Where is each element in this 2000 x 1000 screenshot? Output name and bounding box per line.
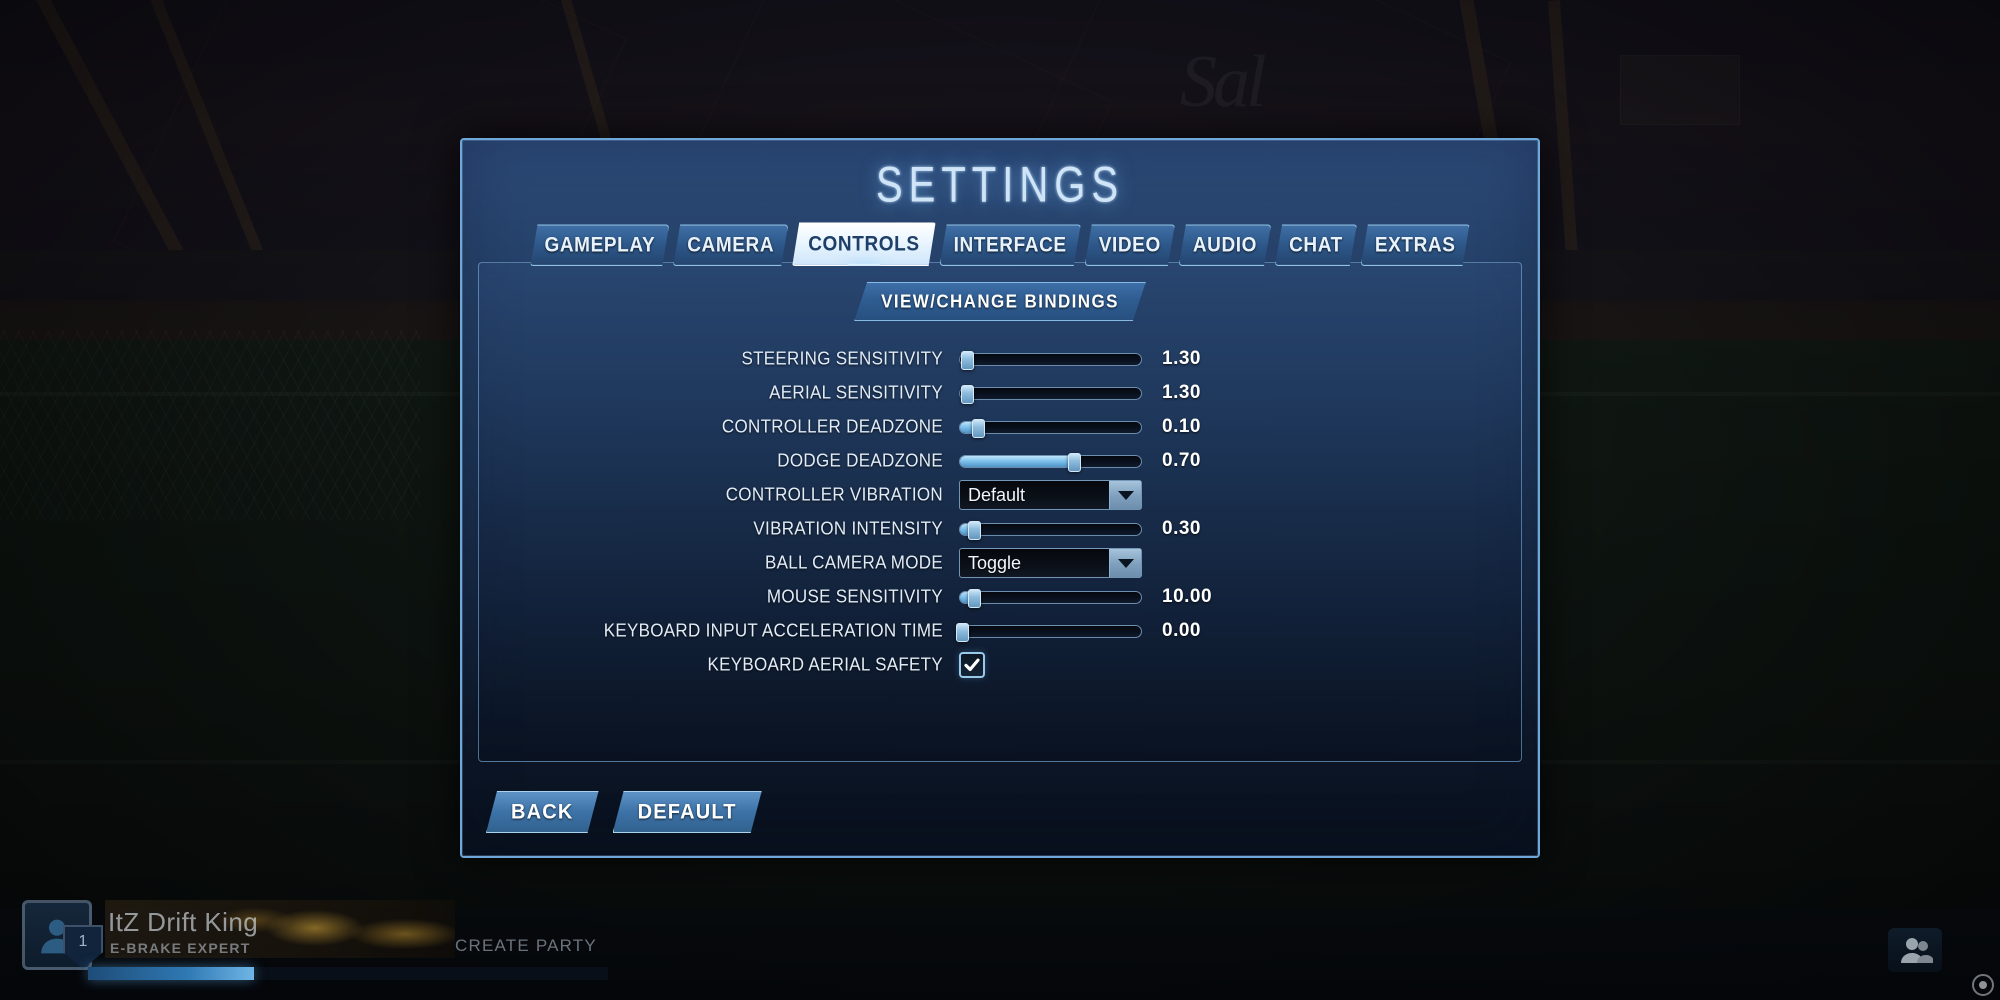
settings-row: MOUSE SENSITIVITY 10.00: [479, 580, 1521, 614]
friends-icon: [1901, 938, 1933, 963]
slider-aerial-sensitivity[interactable]: [959, 384, 1142, 404]
slider-controller-deadzone[interactable]: [959, 418, 1142, 438]
slider-handle[interactable]: [968, 588, 982, 608]
tab-label: EXTRAS: [1374, 233, 1456, 258]
setting-control-wrap: [959, 520, 1149, 540]
setting-label-steering-sensitivity: STEERING SENSITIVITY: [741, 348, 943, 369]
default-button[interactable]: DEFAULT: [613, 791, 762, 833]
settings-row: CONTROLLER VIBRATION Default: [479, 478, 1521, 512]
slider-handle[interactable]: [968, 520, 982, 540]
tab-video[interactable]: VIDEO: [1085, 225, 1175, 266]
setting-control-wrap: [955, 622, 1149, 642]
player-title: E-BRAKE EXPERT: [110, 940, 251, 956]
checkbox-keyboard-aerial-safety[interactable]: [959, 652, 985, 678]
setting-control-wrap: [959, 452, 1149, 472]
tab-camera[interactable]: CAMERA: [673, 225, 788, 266]
dropdown-selected-value: Default: [968, 484, 1026, 505]
bottom-hud: 1 ItZ Drift King E-BRAKE EXPERT CREATE P…: [0, 880, 2000, 1000]
setting-label-controller-deadzone: CONTROLLER DEADZONE: [721, 416, 943, 437]
tab-controls[interactable]: CONTROLS: [792, 222, 935, 266]
create-party-button[interactable]: CREATE PARTY: [455, 936, 597, 956]
tab-label: CAMERA: [687, 233, 775, 258]
setting-label-ball-camera-mode: BALL CAMERA MODE: [765, 552, 943, 573]
settings-row: DODGE DEADZONE 0.70: [479, 444, 1521, 478]
setting-control-wrap: Default: [959, 480, 1149, 510]
settings-row: STEERING SENSITIVITY 1.30: [479, 342, 1521, 376]
setting-label-vibration-intensity: VIBRATION INTENSITY: [753, 518, 943, 539]
tab-label: VIDEO: [1098, 233, 1161, 258]
friends-button[interactable]: [1888, 928, 1942, 972]
back-button[interactable]: BACK: [486, 791, 599, 833]
xp-progress-fill: [88, 967, 255, 980]
tab-interface[interactable]: INTERFACE: [940, 225, 1081, 266]
setting-control-wrap: Toggle: [959, 548, 1149, 578]
slider-vibration-intensity[interactable]: [959, 520, 1142, 540]
tab-label: CHAT: [1289, 233, 1343, 258]
setting-control-wrap: [959, 588, 1149, 608]
dropdown-ball-camera-mode[interactable]: Toggle: [959, 548, 1142, 578]
slider-dodge-deadzone[interactable]: [959, 452, 1142, 472]
avatar[interactable]: 1: [22, 900, 103, 970]
settings-row: AERIAL SENSITIVITY 1.30: [479, 376, 1521, 410]
slider-handle[interactable]: [961, 384, 975, 404]
tab-gameplay[interactable]: GAMEPLAY: [530, 225, 669, 266]
view-change-bindings-button[interactable]: VIEW/CHANGE BINDINGS: [854, 282, 1146, 321]
setting-label-controller-vibration: CONTROLLER VIBRATION: [725, 484, 943, 505]
chevron-down-icon[interactable]: [1109, 481, 1141, 509]
settings-row: BALL CAMERA MODE Toggle: [479, 546, 1521, 580]
dropdown-controller-vibration[interactable]: Default: [959, 480, 1142, 510]
settings-tab-bar[interactable]: GAMEPLAY CAMERA CONTROLS INTERFACE VIDEO…: [462, 227, 1538, 266]
tab-chat[interactable]: CHAT: [1275, 225, 1357, 266]
settings-row: VIBRATION INTENSITY 0.30: [479, 512, 1521, 546]
slider-fill: [960, 455, 1075, 467]
settings-row: KEYBOARD AERIAL SAFETY: [479, 648, 1521, 682]
settings-row: KEYBOARD INPUT ACCELERATION TIME 0.00: [479, 614, 1521, 648]
dropdown-selected-value: Toggle: [968, 552, 1022, 573]
tab-audio[interactable]: AUDIO: [1179, 225, 1271, 266]
setting-label-dodge-deadzone: DODGE DEADZONE: [777, 450, 943, 471]
bindings-button-row: VIEW/CHANGE BINDINGS: [479, 283, 1521, 320]
settings-dialog: SETTINGS GAMEPLAY CAMERA CONTROLS INTERF…: [460, 138, 1540, 858]
dialog-footer-buttons: BACK DEFAULT: [486, 792, 762, 832]
slider-handle[interactable]: [961, 350, 975, 370]
setting-value-keyboard-input-acceleration: 0.00: [1162, 620, 1201, 641]
slider-keyboard-input-acceleration[interactable]: [955, 622, 1142, 642]
setting-control-wrap: [959, 350, 1149, 370]
chevron-down-icon[interactable]: [1109, 549, 1141, 577]
settings-rows-list: STEERING SENSITIVITY 1.30 AERIAL SENSITIVI…: [479, 342, 1521, 682]
setting-control-wrap: [959, 652, 1149, 678]
slider-handle[interactable]: [955, 622, 969, 642]
xp-progress-bar: [88, 967, 608, 980]
tab-label: INTERFACE: [953, 233, 1067, 258]
setting-value-dodge-deadzone: 0.70: [1162, 450, 1201, 471]
setting-value-controller-deadzone: 0.10: [1162, 416, 1201, 437]
setting-value-vibration-intensity: 0.30: [1162, 518, 1201, 539]
checkmark-icon: [964, 658, 980, 672]
slider-handle[interactable]: [1068, 452, 1082, 472]
slider-steering-sensitivity[interactable]: [959, 350, 1142, 370]
setting-value-aerial-sensitivity: 1.30: [1162, 382, 1201, 403]
recording-indicator-icon: [1972, 974, 1994, 996]
tab-extras[interactable]: EXTRAS: [1361, 225, 1470, 266]
setting-label-mouse-sensitivity: MOUSE SENSITIVITY: [766, 586, 943, 607]
setting-label-aerial-sensitivity: AERIAL SENSITIVITY: [769, 382, 943, 403]
setting-value-steering-sensitivity: 1.30: [1162, 348, 1201, 369]
tab-label: AUDIO: [1192, 233, 1258, 258]
tab-label: GAMEPLAY: [544, 233, 656, 258]
slider-mouse-sensitivity[interactable]: [959, 588, 1142, 608]
page-title: SETTINGS: [875, 157, 1125, 213]
setting-value-mouse-sensitivity: 10.00: [1162, 586, 1213, 607]
settings-content-frame: VIEW/CHANGE BINDINGS STEERING SENSITIVIT…: [478, 262, 1522, 762]
player-name: ItZ Drift King: [108, 907, 259, 937]
setting-control-wrap: [959, 384, 1149, 404]
setting-label-keyboard-input-acceleration: KEYBOARD INPUT ACCELERATION TIME: [603, 620, 943, 641]
tab-label: CONTROLS: [808, 232, 920, 256]
setting-control-wrap: [959, 418, 1149, 438]
settings-row: CONTROLLER DEADZONE 0.10: [479, 410, 1521, 444]
setting-label-keyboard-aerial-safety: KEYBOARD AERIAL SAFETY: [707, 654, 943, 675]
slider-handle[interactable]: [972, 418, 986, 438]
